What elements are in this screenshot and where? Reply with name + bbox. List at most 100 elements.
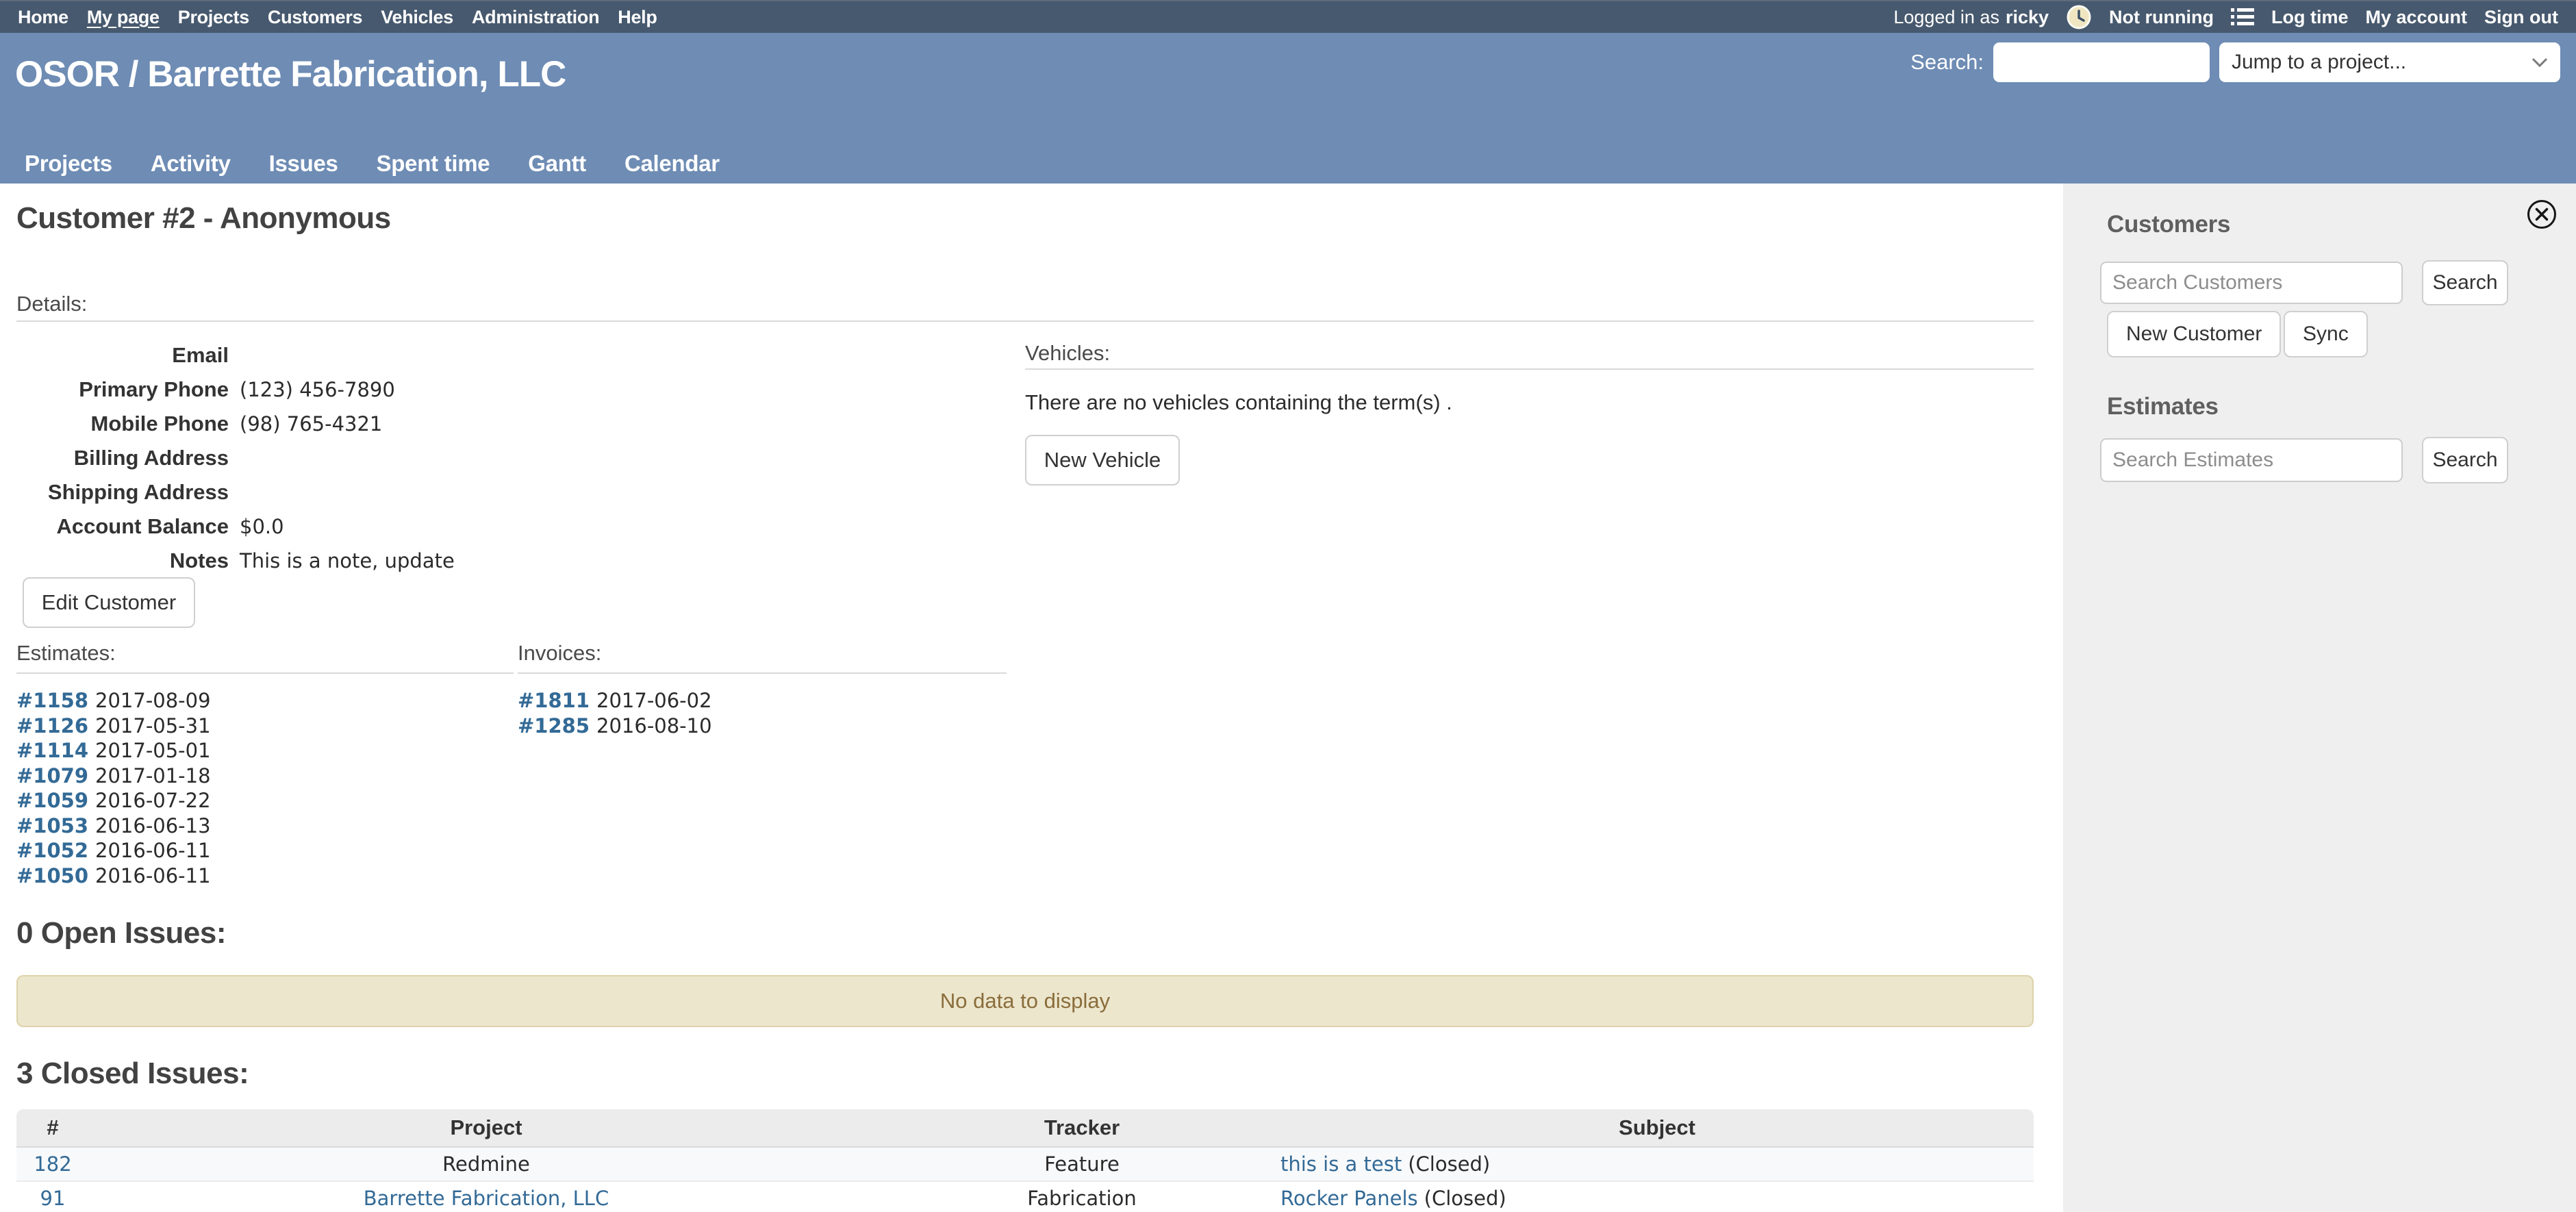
open-issues-heading: 0 Open Issues: [16,916,226,950]
issue-subject-link[interactable]: this is a test [1280,1152,1402,1176]
invoice-date: 2017-06-02 [596,689,712,712]
issue-project-link[interactable]: Barrette Fabrication, LLC [364,1187,609,1210]
list-item: #1114 2017-05-01 [16,738,211,763]
estimate-link[interactable]: #1052 [16,839,88,862]
invoices-divider [518,672,1007,674]
project-jump-select[interactable]: Jump to a project... [2219,42,2560,82]
sync-button[interactable]: Sync [2284,311,2368,357]
top-menu-bar: Home My page Projects Customers Vehicles… [0,0,2576,33]
estimates-section-label: Estimates: [16,641,116,666]
customer-heading: Customer #2 - Anonymous [16,201,391,236]
sidebar-estimates-heading: Estimates [2107,393,2219,420]
search-estimates-button[interactable]: Search [2422,437,2508,483]
issue-subject-link[interactable]: Rocker Panels [1280,1187,1418,1210]
issue-project: Redmine [442,1152,530,1176]
estimate-link[interactable]: #1126 [16,714,88,737]
list-item: #1126 2017-05-31 [16,714,211,739]
tab-projects[interactable]: Projects [25,151,112,177]
column-header-subject: Subject [1280,1115,2034,1140]
column-header-project: Project [89,1115,883,1140]
my-account-link[interactable]: My account [2365,7,2467,28]
estimate-link[interactable]: #1079 [16,764,88,787]
issue-id-link[interactable]: 182 [34,1152,71,1176]
list-item: #1052 2016-06-11 [16,838,211,863]
estimates-list: #1158 2017-08-09 #1126 2017-05-31 #1114 201… [16,688,211,888]
estimate-date: 2016-06-13 [95,814,211,837]
vehicles-divider [1025,368,2034,370]
menu-item-my-page[interactable]: My page [87,7,160,28]
tab-activity[interactable]: Activity [151,151,231,177]
new-vehicle-button[interactable]: New Vehicle [1025,435,1180,485]
sidebar-customers-heading: Customers [2107,211,2230,238]
estimate-date: 2016-06-11 [95,839,211,862]
estimate-link[interactable]: #1114 [16,739,88,762]
estimates-divider [16,672,514,674]
sidebar-close-icon[interactable] [2526,199,2558,230]
no-data-banner: No data to display [16,975,2034,1027]
estimate-link[interactable]: #1053 [16,814,88,837]
vehicles-section-label: Vehicles: [1025,341,1110,366]
issue-id-link[interactable]: 91 [40,1187,66,1210]
app-window: Home My page Projects Customers Vehicles… [0,0,2576,1212]
global-search-input[interactable] [1993,42,2210,82]
invoice-link[interactable]: #1285 [518,714,590,737]
issue-status: (Closed) [1408,1152,1490,1176]
detail-row: NotesThis is a note, update [16,544,455,578]
menu-item-projects[interactable]: Projects [178,7,249,28]
new-customer-button[interactable]: New Customer [2107,311,2281,357]
issue-status: (Closed) [1424,1187,1506,1210]
invoice-link[interactable]: #1811 [518,689,590,712]
estimate-date: 2017-08-09 [95,689,211,712]
detail-row: Shipping Address [16,475,455,509]
menu-item-home[interactable]: Home [18,7,68,28]
header-search-area: Search: Jump to a project... [1910,42,2560,82]
page-title: OSOR / Barrette Fabrication, LLC [15,53,566,95]
timer-status[interactable]: Not running [2109,7,2214,28]
estimate-link[interactable]: #1050 [16,864,88,887]
column-header-tracker: Tracker [883,1115,1280,1140]
project-select-value: Jump to a project... [2232,51,2406,74]
no-data-text: No data to display [940,989,1110,1013]
list-item: #1053 2016-06-13 [16,813,211,839]
menu-item-vehicles[interactable]: Vehicles [381,7,453,28]
timer-list-icon[interactable] [2231,8,2254,27]
list-item: #1811 2017-06-02 [518,688,712,714]
list-item: #1158 2017-08-09 [16,688,211,714]
invoice-date: 2016-08-10 [596,714,712,737]
details-divider [16,320,2034,322]
issue-tracker: Fabrication [1027,1187,1136,1210]
top-menu: Home My page Projects Customers Vehicles… [18,7,657,28]
list-item: #1059 2016-07-22 [16,788,211,813]
estimate-date: 2017-01-18 [95,764,211,787]
details-section-label: Details: [16,292,87,316]
search-customers-button[interactable]: Search [2422,260,2508,305]
estimate-date: 2016-07-22 [95,789,211,812]
tab-gantt[interactable]: Gantt [528,151,586,177]
menu-item-administration[interactable]: Administration [472,7,599,28]
edit-customer-button[interactable]: Edit Customer [23,577,195,628]
app-header: OSOR / Barrette Fabrication, LLC Search:… [0,33,2576,184]
tab-calendar[interactable]: Calendar [624,151,720,177]
tab-issues[interactable]: Issues [269,151,338,177]
table-row: 91 Barrette Fabrication, LLC Fabrication… [16,1182,2034,1212]
right-sidebar: Customers Search New Customer Sync Estim… [2063,184,2576,1212]
vehicles-empty-message: There are no vehicles containing the ter… [1025,390,1452,415]
tab-spent-time[interactable]: Spent time [377,151,490,177]
search-customers-input[interactable] [2100,262,2403,304]
estimate-link[interactable]: #1059 [16,789,88,812]
search-estimates-input[interactable] [2100,438,2403,482]
log-time-link[interactable]: Log time [2271,7,2349,28]
timer-clock-icon[interactable] [2066,4,2092,30]
detail-row: Mobile Phone(98) 765-4321 [16,407,455,441]
sign-out-link[interactable]: Sign out [2484,7,2558,28]
list-item: #1285 2016-08-10 [518,714,712,739]
logged-in-prefix: Logged in as [1893,7,1999,28]
menu-item-help[interactable]: Help [618,7,657,28]
menu-item-customers[interactable]: Customers [268,7,362,28]
list-item: #10502016-06-11 [16,863,211,889]
invoices-list: #1811 2017-06-02 #1285 2016-08-10 [518,688,712,738]
estimate-date: 2017-05-01 [95,739,211,762]
estimate-date: 2017-05-31 [95,714,211,737]
chevron-down-icon [2531,58,2548,67]
estimate-link[interactable]: #1158 [16,689,88,712]
